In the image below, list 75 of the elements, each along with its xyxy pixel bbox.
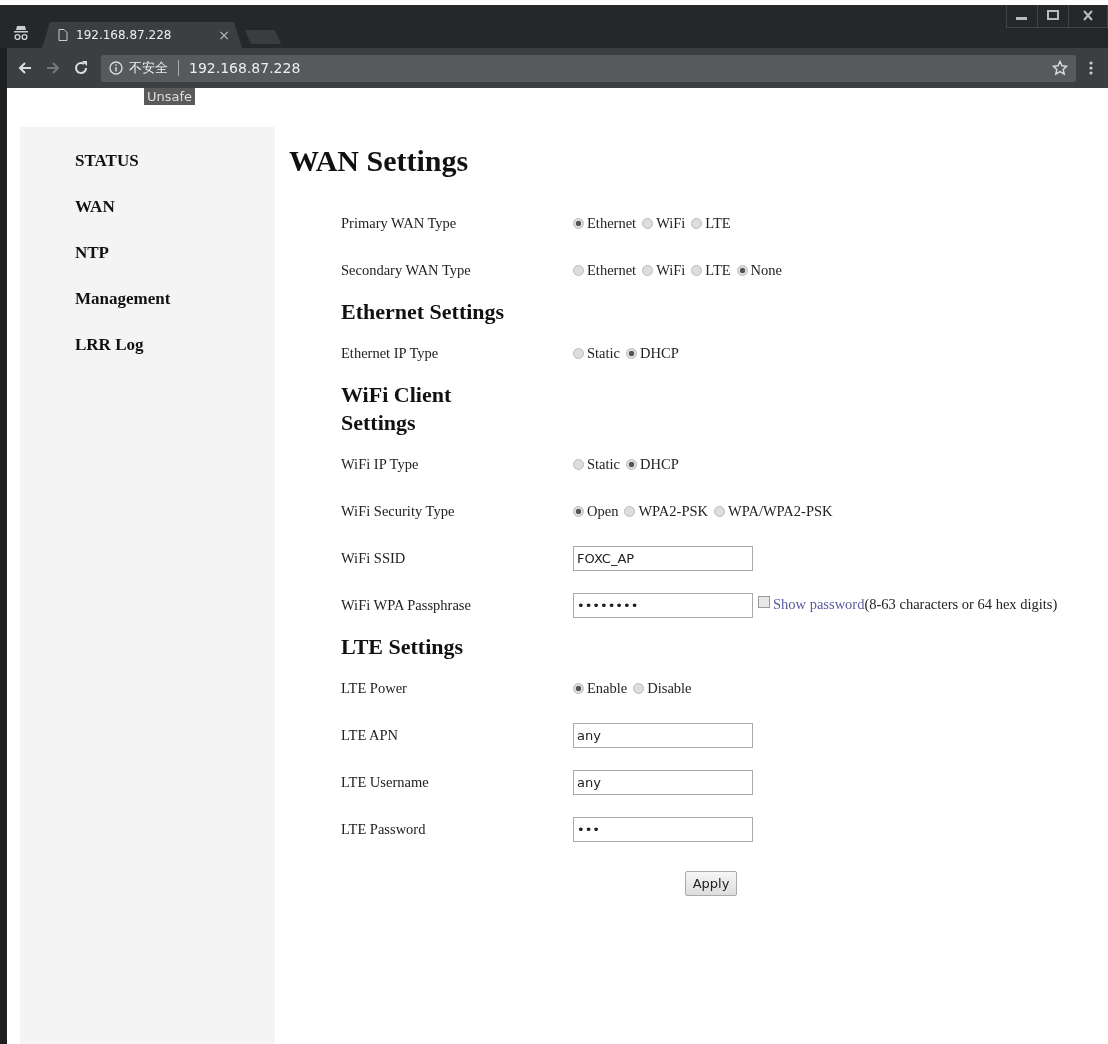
radio-label: Static — [587, 455, 621, 475]
radio-button[interactable] — [691, 217, 703, 229]
radio-label: DHCP — [640, 455, 679, 475]
radio-button[interactable] — [691, 264, 703, 276]
incognito-icon — [14, 25, 28, 41]
radio-label: Disable — [647, 679, 692, 699]
tab-title: 192.168.87.228 — [76, 28, 173, 42]
radio-button[interactable] — [573, 264, 584, 276]
sidebar-item[interactable]: NTP — [75, 243, 275, 289]
sidebar-item[interactable]: WAN — [75, 197, 275, 243]
page-icon — [58, 29, 68, 41]
radio-label: WiFi — [656, 214, 686, 234]
radio-label: Static — [587, 344, 621, 364]
url-text: 192.168.87.228 — [189, 60, 301, 76]
sidebar-item[interactable]: STATUS — [75, 151, 275, 197]
show-password-link[interactable]: Show password — [773, 595, 865, 612]
hint-text: (8-63 characters or 64 hex digits) — [864, 595, 1058, 612]
field-label: WiFi SSID — [341, 550, 406, 566]
field-label: Primary WAN Type — [341, 215, 457, 231]
radio-button[interactable] — [626, 458, 638, 470]
radio-label: Ethernet — [587, 214, 637, 234]
radio-label: Enable — [587, 679, 628, 699]
field-label: Ethernet IP Type — [341, 345, 439, 361]
star-icon[interactable] — [1052, 60, 1068, 76]
back-icon[interactable] — [17, 60, 33, 76]
section-heading: LTE Settings — [341, 633, 465, 661]
field-label: WiFi WPA Passphrase — [341, 597, 471, 613]
field-label: LTE Username — [341, 774, 429, 790]
field-label: Secondary WAN Type — [341, 262, 471, 278]
radio-button[interactable] — [573, 458, 584, 470]
section-heading: WiFi Client Settings — [341, 381, 453, 437]
radio-button[interactable] — [573, 505, 584, 517]
radio-button[interactable] — [573, 217, 584, 229]
input-field[interactable]: any — [573, 770, 753, 795]
page-title: WAN Settings — [289, 144, 470, 178]
field-label: LTE Password — [341, 821, 426, 837]
section-heading: Ethernet Settings — [341, 298, 506, 326]
browser-tab[interactable]: 192.168.87.228 × — [42, 22, 242, 48]
radio-label: None — [750, 261, 783, 281]
radio-label: Ethernet — [587, 261, 637, 281]
tooltip: Unsafe — [144, 88, 196, 105]
radio-button[interactable] — [736, 264, 748, 276]
sidebar-item[interactable]: LRR Log — [75, 335, 275, 381]
radio-label: LTE — [705, 261, 731, 281]
menu-icon[interactable] — [1088, 60, 1094, 76]
radio-button[interactable] — [642, 217, 654, 229]
input-field[interactable]: any — [573, 723, 753, 748]
radio-label: WPA/WPA2-PSK — [728, 502, 833, 522]
field-label: LTE Power — [341, 680, 407, 696]
info-icon — [109, 61, 123, 75]
reload-icon[interactable] — [73, 60, 89, 76]
radio-button[interactable] — [626, 347, 638, 359]
apply-button[interactable]: Apply — [684, 871, 738, 896]
radio-button[interactable] — [642, 264, 654, 276]
checkbox[interactable] — [758, 596, 770, 608]
tab-close-button[interactable]: × — [218, 27, 230, 43]
address-bar[interactable]: 不安全 192.168.87.228 — [101, 54, 1076, 82]
radio-button[interactable] — [714, 505, 725, 517]
radio-label: WiFi — [656, 261, 686, 281]
field-label: WiFi Security Type — [341, 503, 455, 519]
sidebar-item[interactable]: Management — [75, 289, 275, 335]
security-label: 不安全 — [129, 59, 168, 77]
radio-label: LTE — [705, 214, 731, 234]
radio-button[interactable] — [573, 682, 584, 694]
radio-button[interactable] — [624, 505, 636, 517]
input-field[interactable]: ••• — [573, 817, 753, 842]
radio-label: DHCP — [640, 344, 679, 364]
radio-button[interactable] — [633, 682, 645, 694]
radio-label: Open — [587, 502, 619, 522]
input-field[interactable]: FOXC_AP — [573, 546, 753, 571]
radio-button[interactable] — [573, 347, 584, 359]
radio-label: WPA2-PSK — [638, 502, 708, 522]
field-label: LTE APN — [341, 727, 399, 743]
password-field[interactable]: •••••••• — [573, 593, 753, 618]
field-label: WiFi IP Type — [341, 456, 419, 472]
